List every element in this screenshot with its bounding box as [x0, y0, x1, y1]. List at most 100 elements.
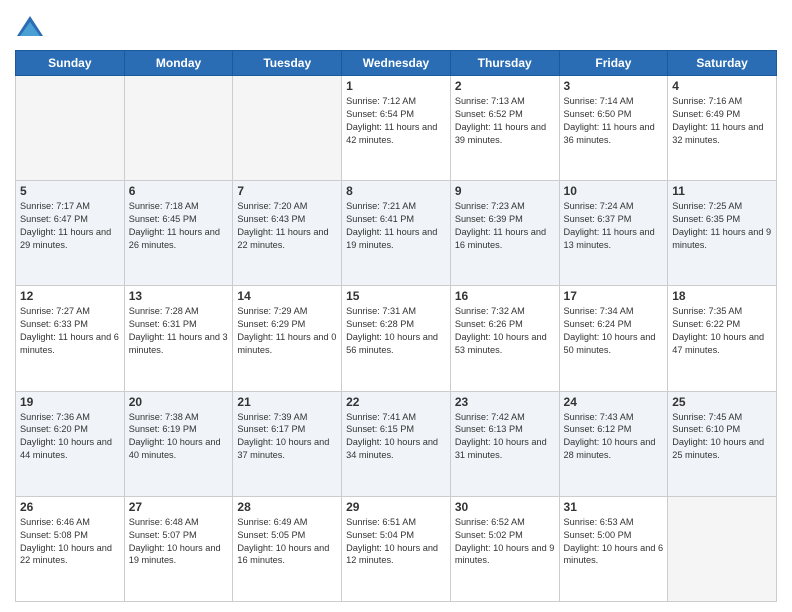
calendar-day-cell: 20 Sunrise: 7:38 AM Sunset: 6:19 PM Dayli…	[124, 391, 233, 496]
day-number: 18	[672, 289, 772, 303]
day-info: Sunrise: 7:43 AM Sunset: 6:12 PM Dayligh…	[564, 411, 664, 463]
day-number: 22	[346, 395, 446, 409]
calendar-day-cell: 7 Sunrise: 7:20 AM Sunset: 6:43 PM Daylig…	[233, 181, 342, 286]
day-number: 5	[20, 184, 120, 198]
day-info: Sunrise: 6:51 AM Sunset: 5:04 PM Dayligh…	[346, 516, 446, 568]
day-info: Sunrise: 7:28 AM Sunset: 6:31 PM Dayligh…	[129, 305, 229, 357]
day-number: 8	[346, 184, 446, 198]
calendar-week-row: 1Sunrise: 7:12 AM Sunset: 6:54 PM Daylig…	[16, 76, 777, 181]
calendar-day-cell: 14 Sunrise: 7:29 AM Sunset: 6:29 PM Dayli…	[233, 286, 342, 391]
day-info: Sunrise: 7:25 AM Sunset: 6:35 PM Dayligh…	[672, 200, 772, 252]
day-info: Sunrise: 7:45 AM Sunset: 6:10 PM Dayligh…	[672, 411, 772, 463]
page: SundayMondayTuesdayWednesdayThursdayFrid…	[0, 0, 792, 612]
calendar-day-cell: 19 Sunrise: 7:36 AM Sunset: 6:20 PM Dayli…	[16, 391, 125, 496]
calendar-day-cell: 28 Sunrise: 6:49 AM Sunset: 5:05 PM Dayli…	[233, 496, 342, 601]
day-info: Sunrise: 6:52 AM Sunset: 5:02 PM Dayligh…	[455, 516, 555, 568]
day-info: Sunrise: 6:48 AM Sunset: 5:07 PM Dayligh…	[129, 516, 229, 568]
day-number: 16	[455, 289, 555, 303]
calendar-day-cell: 26 Sunrise: 6:46 AM Sunset: 5:08 PM Dayli…	[16, 496, 125, 601]
logo-icon	[15, 14, 45, 44]
calendar-week-row: 5 Sunrise: 7:17 AM Sunset: 6:47 PM Daylig…	[16, 181, 777, 286]
day-info: Sunrise: 7:18 AM Sunset: 6:45 PM Dayligh…	[129, 200, 229, 252]
calendar-day-cell	[124, 76, 233, 181]
calendar-day-header: Thursday	[450, 51, 559, 76]
day-info: Sunrise: 7:38 AM Sunset: 6:19 PM Dayligh…	[129, 411, 229, 463]
day-info: Sunrise: 7:13 AM Sunset: 6:52 PM Dayligh…	[455, 95, 555, 147]
day-number: 28	[237, 500, 337, 514]
day-number: 6	[129, 184, 229, 198]
calendar-day-cell: 5 Sunrise: 7:17 AM Sunset: 6:47 PM Daylig…	[16, 181, 125, 286]
day-number: 30	[455, 500, 555, 514]
calendar-day-cell: 8 Sunrise: 7:21 AM Sunset: 6:41 PM Daylig…	[342, 181, 451, 286]
calendar-day-cell: 18 Sunrise: 7:35 AM Sunset: 6:22 PM Dayli…	[668, 286, 777, 391]
day-info: Sunrise: 7:31 AM Sunset: 6:28 PM Dayligh…	[346, 305, 446, 357]
logo	[15, 14, 49, 44]
day-number: 24	[564, 395, 664, 409]
calendar-day-cell: 2 Sunrise: 7:13 AM Sunset: 6:52 PM Daylig…	[450, 76, 559, 181]
calendar-day-cell: 17Sunrise: 7:34 AM Sunset: 6:24 PM Dayli…	[559, 286, 668, 391]
calendar-day-header: Friday	[559, 51, 668, 76]
calendar-day-cell: 30 Sunrise: 6:52 AM Sunset: 5:02 PM Dayli…	[450, 496, 559, 601]
day-info: Sunrise: 7:42 AM Sunset: 6:13 PM Dayligh…	[455, 411, 555, 463]
calendar-day-cell: 4 Sunrise: 7:16 AM Sunset: 6:49 PM Daylig…	[668, 76, 777, 181]
day-info: Sunrise: 7:16 AM Sunset: 6:49 PM Dayligh…	[672, 95, 772, 147]
day-info: Sunrise: 7:41 AM Sunset: 6:15 PM Dayligh…	[346, 411, 446, 463]
calendar-day-cell: 25Sunrise: 7:45 AM Sunset: 6:10 PM Dayli…	[668, 391, 777, 496]
calendar-day-cell: 6 Sunrise: 7:18 AM Sunset: 6:45 PM Daylig…	[124, 181, 233, 286]
day-info: Sunrise: 7:34 AM Sunset: 6:24 PM Dayligh…	[564, 305, 664, 357]
day-number: 14	[237, 289, 337, 303]
day-number: 10	[564, 184, 664, 198]
calendar-table: SundayMondayTuesdayWednesdayThursdayFrid…	[15, 50, 777, 602]
day-info: Sunrise: 7:27 AM Sunset: 6:33 PM Dayligh…	[20, 305, 120, 357]
day-info: Sunrise: 7:35 AM Sunset: 6:22 PM Dayligh…	[672, 305, 772, 357]
calendar-day-cell: 11Sunrise: 7:25 AM Sunset: 6:35 PM Dayli…	[668, 181, 777, 286]
day-number: 2	[455, 79, 555, 93]
calendar-day-header: Wednesday	[342, 51, 451, 76]
day-number: 7	[237, 184, 337, 198]
calendar-day-cell: 12 Sunrise: 7:27 AM Sunset: 6:33 PM Dayli…	[16, 286, 125, 391]
day-info: Sunrise: 7:24 AM Sunset: 6:37 PM Dayligh…	[564, 200, 664, 252]
calendar-week-row: 12 Sunrise: 7:27 AM Sunset: 6:33 PM Dayli…	[16, 286, 777, 391]
day-info: Sunrise: 7:17 AM Sunset: 6:47 PM Dayligh…	[20, 200, 120, 252]
day-info: Sunrise: 7:29 AM Sunset: 6:29 PM Dayligh…	[237, 305, 337, 357]
calendar-day-cell: 22 Sunrise: 7:41 AM Sunset: 6:15 PM Dayli…	[342, 391, 451, 496]
day-number: 26	[20, 500, 120, 514]
calendar-header-row: SundayMondayTuesdayWednesdayThursdayFrid…	[16, 51, 777, 76]
day-info: Sunrise: 7:20 AM Sunset: 6:43 PM Dayligh…	[237, 200, 337, 252]
calendar-day-cell: 10 Sunrise: 7:24 AM Sunset: 6:37 PM Dayli…	[559, 181, 668, 286]
day-number: 4	[672, 79, 772, 93]
calendar-week-row: 26 Sunrise: 6:46 AM Sunset: 5:08 PM Dayli…	[16, 496, 777, 601]
day-number: 27	[129, 500, 229, 514]
day-number: 12	[20, 289, 120, 303]
day-number: 20	[129, 395, 229, 409]
header	[15, 10, 777, 44]
day-number: 29	[346, 500, 446, 514]
day-number: 15	[346, 289, 446, 303]
calendar-week-row: 19 Sunrise: 7:36 AM Sunset: 6:20 PM Dayli…	[16, 391, 777, 496]
day-number: 31	[564, 500, 664, 514]
calendar-day-header: Monday	[124, 51, 233, 76]
day-number: 9	[455, 184, 555, 198]
calendar-day-cell	[16, 76, 125, 181]
calendar-day-cell: 24 Sunrise: 7:43 AM Sunset: 6:12 PM Dayli…	[559, 391, 668, 496]
day-info: Sunrise: 7:23 AM Sunset: 6:39 PM Dayligh…	[455, 200, 555, 252]
calendar-day-cell	[668, 496, 777, 601]
calendar-day-cell: 16 Sunrise: 7:32 AM Sunset: 6:26 PM Dayli…	[450, 286, 559, 391]
calendar-day-cell: 21Sunrise: 7:39 AM Sunset: 6:17 PM Dayli…	[233, 391, 342, 496]
calendar-day-cell: 1Sunrise: 7:12 AM Sunset: 6:54 PM Daylig…	[342, 76, 451, 181]
day-info: Sunrise: 7:21 AM Sunset: 6:41 PM Dayligh…	[346, 200, 446, 252]
day-number: 13	[129, 289, 229, 303]
day-number: 19	[20, 395, 120, 409]
calendar-day-cell: 27 Sunrise: 6:48 AM Sunset: 5:07 PM Dayli…	[124, 496, 233, 601]
day-info: Sunrise: 6:49 AM Sunset: 5:05 PM Dayligh…	[237, 516, 337, 568]
calendar-day-header: Tuesday	[233, 51, 342, 76]
day-info: Sunrise: 6:53 AM Sunset: 5:00 PM Dayligh…	[564, 516, 664, 568]
calendar-day-cell: 29 Sunrise: 6:51 AM Sunset: 5:04 PM Dayli…	[342, 496, 451, 601]
day-info: Sunrise: 6:46 AM Sunset: 5:08 PM Dayligh…	[20, 516, 120, 568]
day-number: 21	[237, 395, 337, 409]
day-number: 23	[455, 395, 555, 409]
day-info: Sunrise: 7:32 AM Sunset: 6:26 PM Dayligh…	[455, 305, 555, 357]
day-info: Sunrise: 7:12 AM Sunset: 6:54 PM Dayligh…	[346, 95, 446, 147]
day-info: Sunrise: 7:36 AM Sunset: 6:20 PM Dayligh…	[20, 411, 120, 463]
calendar-day-header: Sunday	[16, 51, 125, 76]
